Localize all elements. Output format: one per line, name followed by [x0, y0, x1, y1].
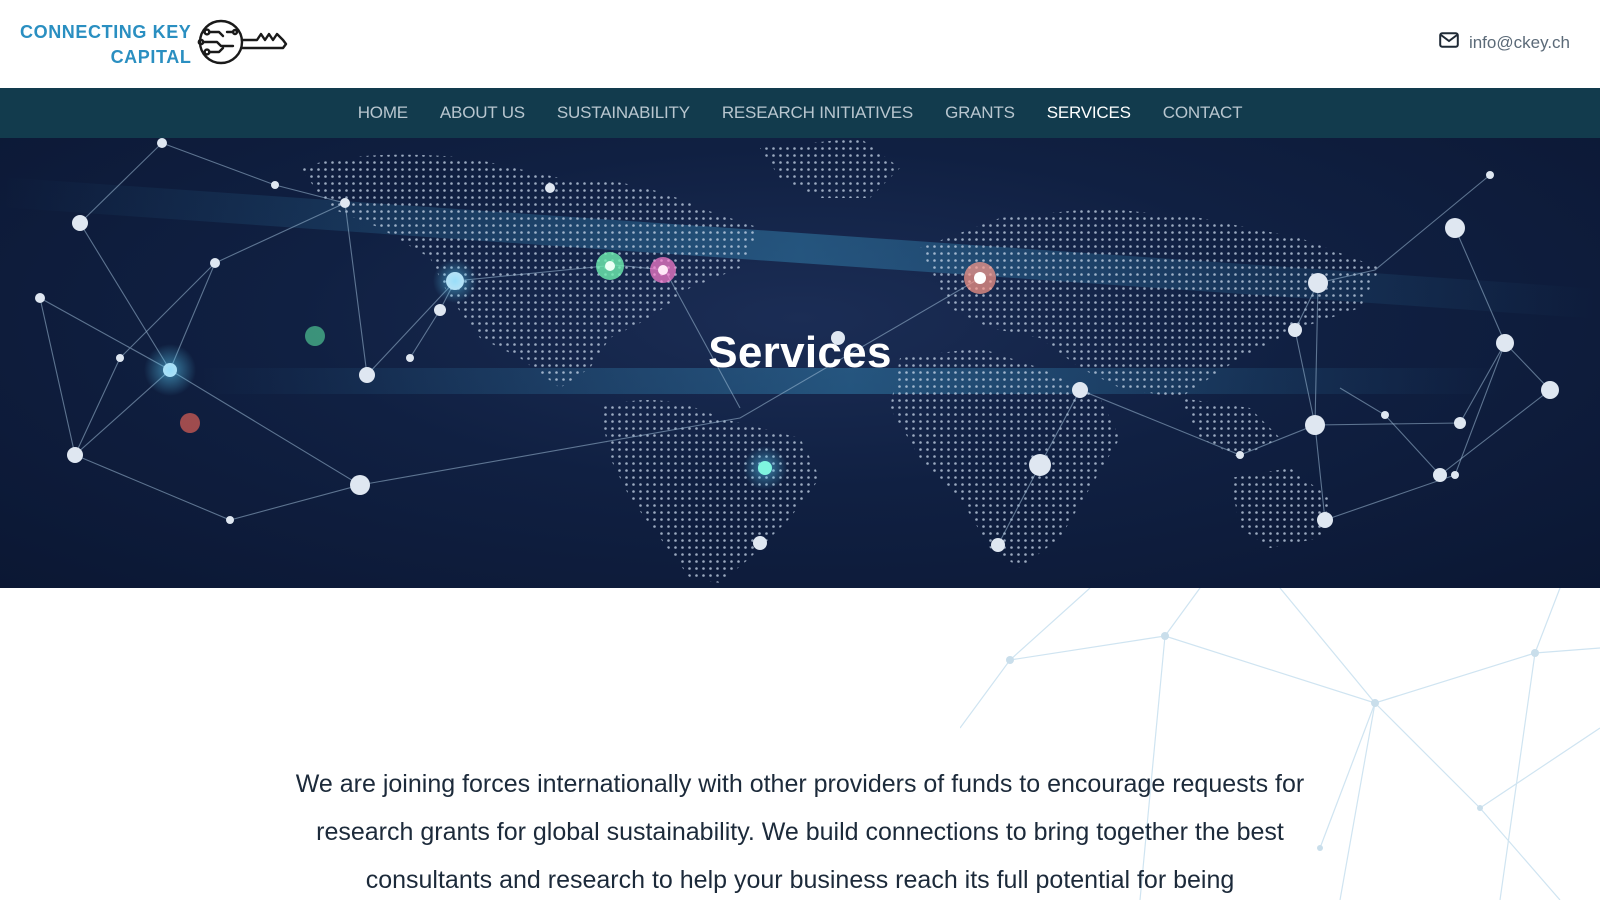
- main-nav: HOME ABOUT US SUSTAINABILITY RESEARCH IN…: [0, 88, 1600, 138]
- site-header: CONNECTING KEY CAPITAL info@ckey.ch: [0, 0, 1600, 88]
- page-title: Services: [708, 328, 892, 377]
- brand-wordmark: CONNECTING KEY CAPITAL: [20, 20, 191, 70]
- nav-item-services[interactable]: SERVICES: [1047, 103, 1131, 123]
- nav-item-grants[interactable]: GRANTS: [945, 103, 1015, 123]
- nav-item-about-us[interactable]: ABOUT US: [440, 103, 525, 123]
- nav-item-home[interactable]: HOME: [358, 103, 408, 123]
- nav-item-sustainability[interactable]: SUSTAINABILITY: [557, 103, 690, 123]
- envelope-icon: [1439, 32, 1459, 53]
- email-link[interactable]: info@ckey.ch: [1439, 32, 1570, 53]
- key-icon: [197, 18, 289, 71]
- services-intro-text: We are joining forces internationally wi…: [295, 770, 1305, 894]
- email-text: info@ckey.ch: [1468, 32, 1570, 52]
- nav-item-contact[interactable]: CONTACT: [1163, 103, 1243, 123]
- brand-line-1: CONNECTING KEY: [20, 21, 192, 42]
- hero-banner: Services: [0, 138, 1600, 588]
- nav-item-research-initiatives[interactable]: RESEARCH INITIATIVES: [722, 103, 913, 123]
- brand-logo[interactable]: CONNECTING KEY CAPITAL: [20, 18, 289, 71]
- brand-line-2: CAPITAL: [110, 46, 192, 67]
